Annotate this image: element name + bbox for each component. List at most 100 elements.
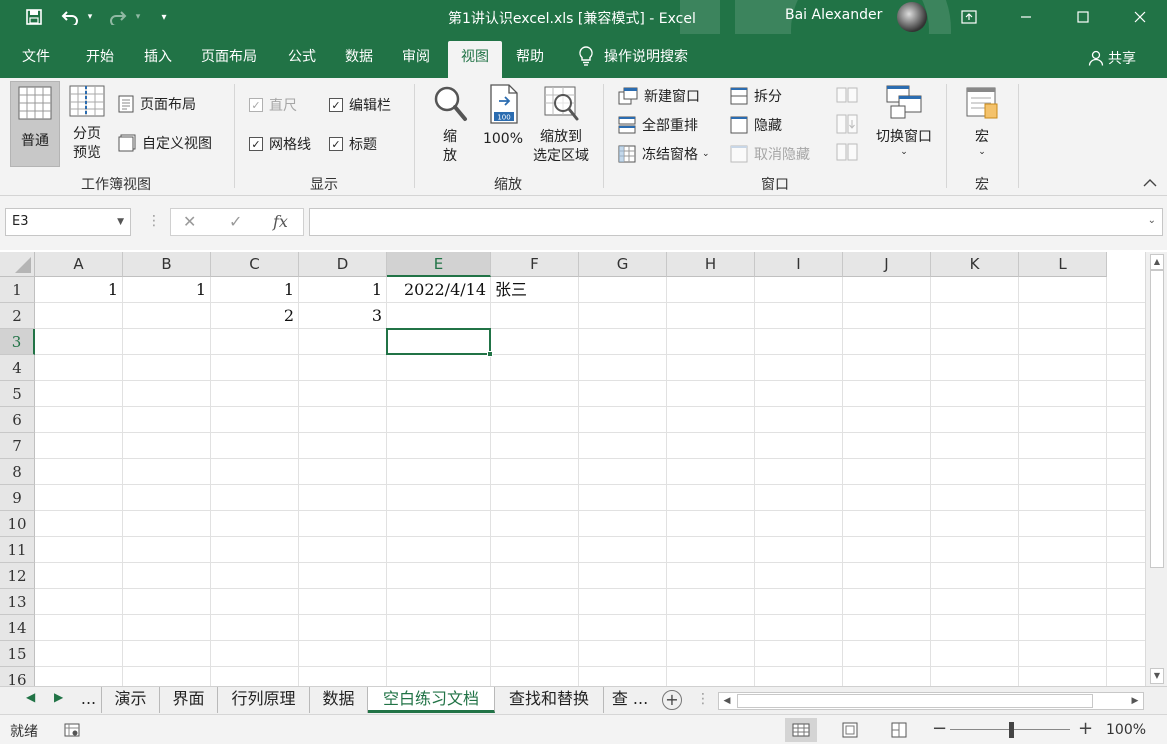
- close-icon[interactable]: [1117, 0, 1163, 34]
- sheet-tab-row-col[interactable]: 行列原理: [218, 687, 310, 713]
- row-header-16[interactable]: 16: [0, 667, 35, 686]
- name-box-dropdown-icon[interactable]: ▼: [117, 209, 124, 235]
- cell-c2[interactable]: 2: [211, 303, 298, 329]
- cell-e1[interactable]: 2022/4/14: [387, 277, 490, 303]
- tab-split-grip-icon[interactable]: ⋮: [696, 691, 710, 707]
- customize-icon[interactable]: ▾: [156, 6, 172, 28]
- row-header-5[interactable]: 5: [0, 381, 35, 407]
- column-header-b[interactable]: B: [123, 252, 211, 277]
- cell-c1[interactable]: 1: [211, 277, 298, 303]
- column-header-i[interactable]: I: [755, 252, 843, 277]
- synchronous-scrolling-icon[interactable]: [836, 114, 858, 138]
- normal-view-status-icon[interactable]: [785, 718, 817, 742]
- tab-page-layout[interactable]: 页面布局: [195, 41, 263, 78]
- page-break-preview-button[interactable]: 分页 预览: [66, 81, 108, 167]
- column-header-c[interactable]: C: [211, 252, 299, 277]
- prev-sheet-icon[interactable]: ◀: [26, 690, 35, 704]
- add-sheet-icon[interactable]: +: [662, 690, 682, 710]
- tab-home[interactable]: 开始: [80, 41, 120, 78]
- zoom-to-selection-button[interactable]: 缩放到 选定区域: [528, 84, 594, 166]
- sheet-tab-more[interactable]: 查 ...: [604, 687, 656, 713]
- redo-dropdown-icon[interactable]: ▾: [132, 6, 144, 28]
- row-header-1[interactable]: 1: [0, 277, 35, 303]
- gridlines-checkbox[interactable]: ✓ 网格线: [249, 134, 311, 154]
- cell-f1[interactable]: 张三: [491, 277, 578, 303]
- row-header-13[interactable]: 13: [0, 589, 35, 615]
- headings-checkbox[interactable]: ✓ 标题: [329, 134, 377, 154]
- scroll-down-icon[interactable]: ▼: [1150, 668, 1164, 684]
- row-header-7[interactable]: 7: [0, 433, 35, 459]
- active-cell-outline[interactable]: [386, 328, 491, 355]
- column-header-j[interactable]: J: [843, 252, 931, 277]
- column-header-l[interactable]: L: [1019, 252, 1107, 277]
- column-header-a[interactable]: A: [35, 252, 123, 277]
- column-header-h[interactable]: H: [667, 252, 755, 277]
- formula-bar-grip-icon[interactable]: ⋮: [147, 213, 161, 229]
- tab-file[interactable]: 文件: [16, 41, 56, 78]
- horizontal-scrollbar[interactable]: ◀ ▶: [718, 692, 1144, 710]
- sheet-tab-demo[interactable]: 演示: [102, 687, 160, 713]
- undo-icon[interactable]: [58, 6, 82, 28]
- ruler-checkbox[interactable]: ✓ 直尺: [249, 95, 297, 115]
- restore-ribbon-icon[interactable]: [946, 0, 992, 34]
- row-header-12[interactable]: 12: [0, 563, 35, 589]
- cancel-entry-icon[interactable]: ✕: [183, 212, 196, 231]
- scroll-left-icon[interactable]: ◀: [719, 693, 735, 709]
- cell-d2[interactable]: 3: [299, 303, 386, 329]
- switch-windows-button[interactable]: 切换窗口 ⌄: [870, 84, 938, 157]
- user-name[interactable]: Bai Alexander: [785, 7, 882, 23]
- avatar[interactable]: [897, 2, 927, 32]
- sheet-tab-blank-practice[interactable]: 空白练习文档: [368, 687, 495, 713]
- split-button[interactable]: 拆分: [730, 86, 782, 106]
- redo-icon[interactable]: [106, 6, 130, 28]
- row-header-2[interactable]: 2: [0, 303, 35, 329]
- horizontal-scroll-thumb[interactable]: [737, 694, 1093, 708]
- page-break-status-icon[interactable]: [883, 718, 915, 742]
- row-header-3[interactable]: 3: [0, 329, 35, 355]
- row-header-10[interactable]: 10: [0, 511, 35, 537]
- undo-dropdown-icon[interactable]: ▾: [84, 6, 96, 28]
- column-header-f[interactable]: F: [491, 252, 579, 277]
- row-header-6[interactable]: 6: [0, 407, 35, 433]
- share-button[interactable]: 共享: [1088, 48, 1136, 68]
- row-header-4[interactable]: 4: [0, 355, 35, 381]
- confirm-entry-icon[interactable]: ✓: [229, 212, 242, 231]
- new-window-button[interactable]: 新建窗口: [618, 86, 700, 106]
- freeze-panes-button[interactable]: 冻结窗格 ⌄: [618, 144, 710, 164]
- spreadsheet-grid[interactable]: A B C D E F G H I J K L 1 2 3 4 5 6 7 8 9 10 11 12 13 14 15 16 1 1 1 1 2…: [0, 252, 1145, 686]
- unhide-button[interactable]: 取消隐藏: [730, 144, 810, 164]
- hide-button[interactable]: 隐藏: [730, 115, 782, 135]
- name-box[interactable]: E3 ▼: [5, 208, 131, 236]
- minimize-icon[interactable]: [1003, 0, 1049, 34]
- normal-view-button[interactable]: 普通: [10, 81, 60, 167]
- tell-me-search[interactable]: 操作说明搜索: [578, 46, 688, 66]
- page-layout-status-icon[interactable]: [834, 718, 866, 742]
- page-layout-view-button[interactable]: 页面布局: [118, 94, 196, 114]
- formula-bar-checkbox[interactable]: ✓ 编辑栏: [329, 95, 391, 115]
- row-header-11[interactable]: 11: [0, 537, 35, 563]
- sheet-tab-data[interactable]: 数据: [310, 687, 368, 713]
- select-all-button[interactable]: [0, 252, 35, 277]
- column-header-d[interactable]: D: [299, 252, 387, 277]
- sheet-tab-find-replace[interactable]: 查找和替换: [495, 687, 604, 713]
- expand-formula-bar-icon[interactable]: ⌄: [1148, 215, 1156, 226]
- column-header-k[interactable]: K: [931, 252, 1019, 277]
- tab-insert[interactable]: 插入: [138, 41, 178, 78]
- tab-review[interactable]: 审阅: [396, 41, 436, 78]
- row-header-9[interactable]: 9: [0, 485, 35, 511]
- column-header-g[interactable]: G: [579, 252, 667, 277]
- cell-d1[interactable]: 1: [299, 277, 386, 303]
- tab-formulas[interactable]: 公式: [282, 41, 322, 78]
- next-sheet-icon[interactable]: ▶: [54, 690, 63, 704]
- column-header-e[interactable]: E: [387, 252, 491, 277]
- vertical-scroll-thumb[interactable]: [1150, 270, 1164, 568]
- sheet-tab-interface[interactable]: 界面: [160, 687, 218, 713]
- macros-button[interactable]: 宏 ⌄: [960, 84, 1004, 157]
- row-header-14[interactable]: 14: [0, 615, 35, 641]
- cell-a1[interactable]: 1: [35, 277, 122, 303]
- tab-help[interactable]: 帮助: [510, 41, 550, 78]
- macro-record-icon[interactable]: [64, 723, 80, 737]
- formula-input[interactable]: ⌄: [309, 208, 1163, 236]
- vertical-scrollbar[interactable]: ▲ ▼: [1145, 252, 1167, 686]
- custom-views-button[interactable]: 自定义视图: [118, 133, 212, 153]
